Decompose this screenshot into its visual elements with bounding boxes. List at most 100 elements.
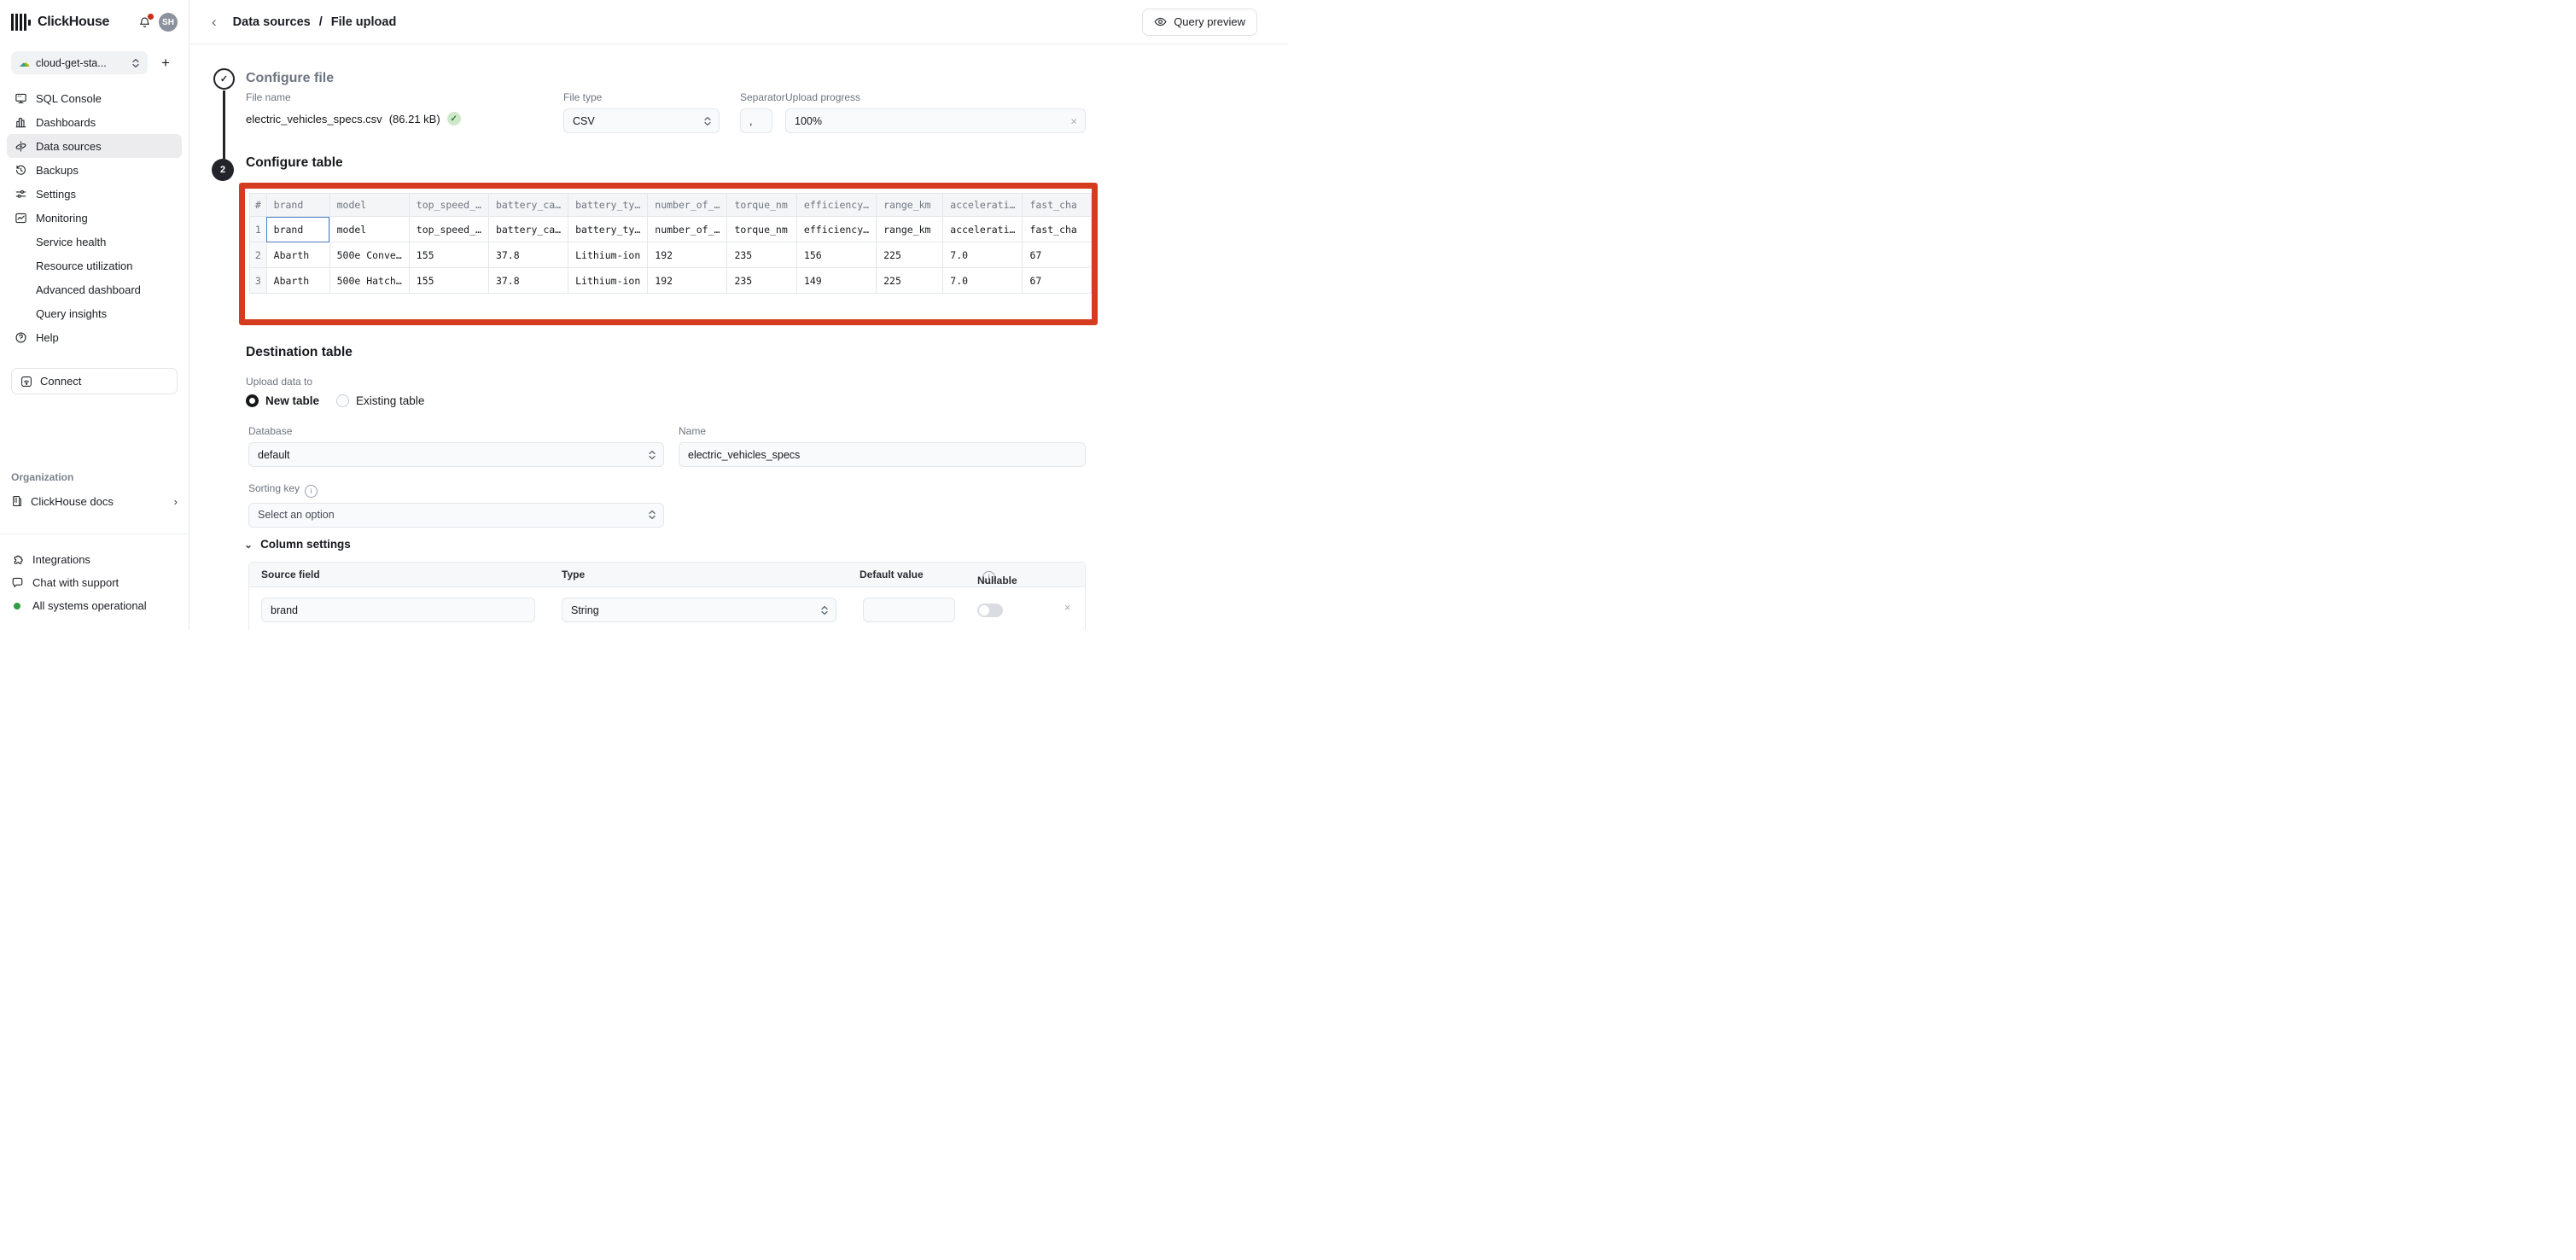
cell[interactable]: fast_cha: [1023, 217, 1092, 242]
cell[interactable]: 235: [727, 242, 796, 268]
upload-progress-label: Upload progress: [785, 91, 1086, 103]
sidebar-item-label: Help: [36, 331, 59, 344]
cell[interactable]: 7.0: [943, 242, 1023, 268]
sidebar-item-label: Backups: [36, 164, 79, 177]
source-field-value: brand: [271, 604, 298, 616]
cell[interactable]: 7.0: [943, 268, 1023, 294]
cell[interactable]: 235: [727, 268, 796, 294]
cell[interactable]: battery_ca…: [488, 217, 568, 242]
file-type-label: File type: [563, 91, 720, 103]
database-select[interactable]: default: [248, 442, 664, 467]
sidebar-item-label: SQL Console: [36, 92, 102, 105]
sidebar-item-monitoring[interactable]: Monitoring: [7, 206, 182, 230]
cell[interactable]: brand: [266, 217, 329, 242]
sidebar-item-chat-with-support[interactable]: Chat with support: [11, 571, 178, 594]
sidebar-item-advanced-dashboard[interactable]: Advanced dashboard: [7, 277, 182, 301]
connect-button[interactable]: Connect: [11, 368, 178, 394]
radio-existing-table[interactable]: Existing table: [336, 394, 424, 407]
breadcrumb-separator: /: [319, 15, 323, 29]
cell[interactable]: Lithium-ion: [568, 242, 648, 268]
cell[interactable]: 67: [1023, 268, 1092, 294]
remove-column-icon[interactable]: ×: [1064, 601, 1071, 614]
logo-row: ClickHouse SH: [0, 0, 189, 44]
row-number: 1: [250, 217, 267, 242]
sidebar-item-help[interactable]: Help: [7, 325, 182, 349]
connect-label: Connect: [40, 375, 81, 388]
separator-input[interactable]: ,: [740, 108, 772, 133]
cell[interactable]: accelerati…: [943, 217, 1023, 242]
breadcrumb-data-sources[interactable]: Data sources: [233, 15, 311, 29]
sidebar: ClickHouse SH ☁ cloud-get-sta... + SQL C…: [0, 0, 189, 630]
database-label: Database: [248, 425, 664, 437]
nullable-toggle[interactable]: [977, 604, 1003, 617]
column-header: brand: [266, 194, 329, 217]
sql-console-icon: [15, 92, 27, 105]
sidebar-item-dashboards[interactable]: Dashboards: [7, 110, 182, 134]
upload-progress-input[interactable]: 100% ×: [785, 108, 1086, 133]
cell[interactable]: efficiency…: [796, 217, 876, 242]
sidebar-item-label: Service health: [36, 236, 106, 248]
cell[interactable]: Abarth: [266, 242, 329, 268]
stepper-line: [223, 90, 225, 160]
table-name-input[interactable]: electric_vehicles_specs: [679, 442, 1086, 467]
cell[interactable]: Abarth: [266, 268, 329, 294]
cell[interactable]: range_km: [877, 217, 943, 242]
cell[interactable]: 37.8: [488, 242, 568, 268]
breadcrumb: Data sources / File upload: [233, 15, 397, 29]
sidebar-item-resource-utilization[interactable]: Resource utilization: [7, 254, 182, 277]
sidebar-item-data-sources[interactable]: Data sources: [7, 134, 182, 158]
default-value-input[interactable]: [863, 598, 955, 622]
cell[interactable]: 192: [648, 268, 727, 294]
cell[interactable]: model: [329, 217, 409, 242]
cell[interactable]: top_speed_…: [409, 217, 488, 242]
cell[interactable]: 500e Conve…: [329, 242, 409, 268]
monitoring-icon: [15, 212, 27, 225]
sidebar-item-integrations[interactable]: Integrations: [11, 548, 178, 571]
cell[interactable]: 225: [877, 268, 943, 294]
configure-file-title: Configure file: [246, 71, 334, 86]
sidebar-item-sql-console[interactable]: SQL Console: [7, 86, 182, 110]
column-settings-toggle[interactable]: ⌄ Column settings: [244, 538, 351, 551]
sidebar-item-all-systems-operational[interactable]: All systems operational: [11, 594, 178, 617]
cell[interactable]: 67: [1023, 242, 1092, 268]
radio-new-table[interactable]: New table: [246, 394, 319, 407]
cell[interactable]: Lithium-ion: [568, 268, 648, 294]
cell[interactable]: 155: [409, 242, 488, 268]
sidebar-item-label: Chat with support: [32, 576, 119, 589]
chevron-updown-icon: [820, 605, 829, 615]
cell[interactable]: 192: [648, 242, 727, 268]
file-type-select[interactable]: CSV: [563, 108, 720, 133]
cell[interactable]: battery_ty…: [568, 217, 648, 242]
cell[interactable]: 37.8: [488, 268, 568, 294]
type-select[interactable]: String: [562, 598, 836, 622]
query-preview-button[interactable]: Query preview: [1142, 9, 1257, 36]
sidebar-item-query-insights[interactable]: Query insights: [7, 301, 182, 325]
add-service-button[interactable]: +: [158, 54, 173, 72]
radio-selected-icon[interactable]: [246, 394, 259, 407]
sidebar-item-service-health[interactable]: Service health: [7, 230, 182, 254]
notifications-button[interactable]: [138, 16, 151, 29]
avatar[interactable]: SH: [159, 13, 178, 32]
cell[interactable]: number_of_…: [648, 217, 727, 242]
sidebar-item-backups[interactable]: Backups: [7, 158, 182, 182]
column-header: model: [329, 194, 409, 217]
column-header: efficiency…: [796, 194, 876, 217]
back-button[interactable]: ‹: [212, 15, 217, 29]
sidebar-item-settings[interactable]: Settings: [7, 182, 182, 206]
cell[interactable]: torque_nm: [727, 217, 796, 242]
row-number: 3: [250, 268, 267, 294]
cell[interactable]: 149: [796, 268, 876, 294]
sorting-key-select[interactable]: Select an option: [248, 503, 664, 528]
info-icon: i: [305, 485, 318, 498]
cell[interactable]: 155: [409, 268, 488, 294]
service-selector[interactable]: ☁ cloud-get-sta...: [11, 51, 148, 74]
cell[interactable]: 500e Hatch…: [329, 268, 409, 294]
sidebar-item-clickhouse-docs[interactable]: ClickHouse docs ›: [11, 490, 178, 512]
radio-new-table-label: New table: [265, 394, 319, 407]
radio-unselected-icon[interactable]: [336, 394, 349, 407]
cell[interactable]: 225: [877, 242, 943, 268]
clear-icon[interactable]: ×: [1070, 114, 1077, 127]
cell[interactable]: 156: [796, 242, 876, 268]
source-field-input[interactable]: brand: [261, 598, 535, 622]
breadcrumb-file-upload: File upload: [331, 15, 397, 29]
